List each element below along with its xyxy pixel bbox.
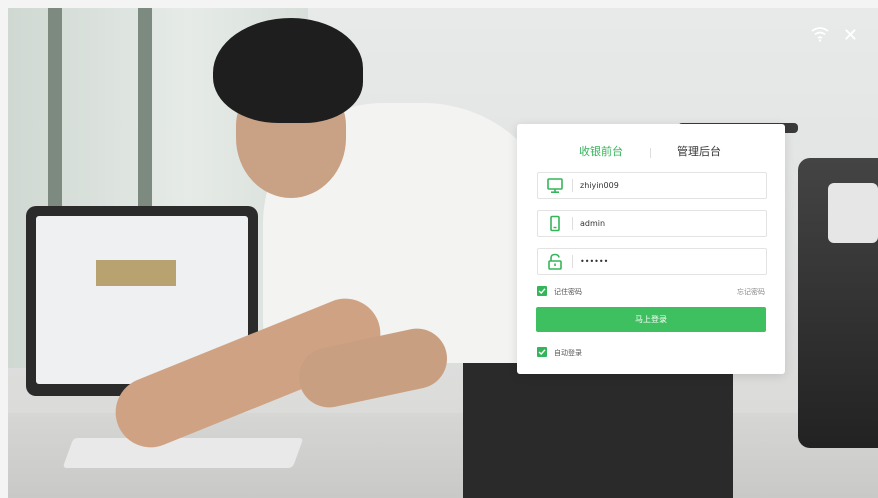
close-icon[interactable]: ✕: [843, 27, 858, 45]
login-button[interactable]: 马上登录: [536, 307, 766, 332]
monitor-icon: [546, 177, 564, 194]
remember-password-label: 记住密码: [554, 288, 582, 296]
tab-admin-backend[interactable]: 管理后台: [677, 144, 721, 160]
field-separator: [572, 217, 573, 230]
account-input[interactable]: [580, 214, 755, 232]
tab-cashier-front[interactable]: 收银前台: [579, 144, 623, 160]
bg-person-hair: [213, 18, 363, 123]
account-field: [537, 210, 767, 237]
unlock-icon: [546, 253, 564, 270]
remember-password-checkbox[interactable]: [537, 286, 547, 296]
login-panel: 收银前台 管理后台 zhiyin009 admin •••••• 记住密码 忘记…: [517, 124, 785, 374]
store-input[interactable]: [580, 176, 755, 194]
auto-login-row: 自动登录: [537, 346, 765, 360]
wifi-icon[interactable]: [811, 26, 829, 46]
bg-screen-banner: [96, 260, 176, 286]
bg-keyboard: [62, 438, 304, 468]
store-field: [537, 172, 767, 199]
login-tabs: 收银前台 管理后台: [517, 144, 785, 162]
password-input[interactable]: [580, 252, 755, 270]
phone-icon: [546, 215, 564, 232]
bg-machine-part: [828, 183, 878, 243]
field-separator: [572, 255, 573, 268]
remember-row: 记住密码 忘记密码: [537, 285, 765, 299]
password-field: [537, 248, 767, 275]
tab-divider: [650, 148, 651, 158]
field-separator: [572, 179, 573, 192]
window-controls: ✕: [811, 26, 858, 46]
auto-login-checkbox[interactable]: [537, 347, 547, 357]
auto-login-label: 自动登录: [554, 349, 582, 357]
forgot-password-link[interactable]: 忘记密码: [737, 286, 765, 298]
